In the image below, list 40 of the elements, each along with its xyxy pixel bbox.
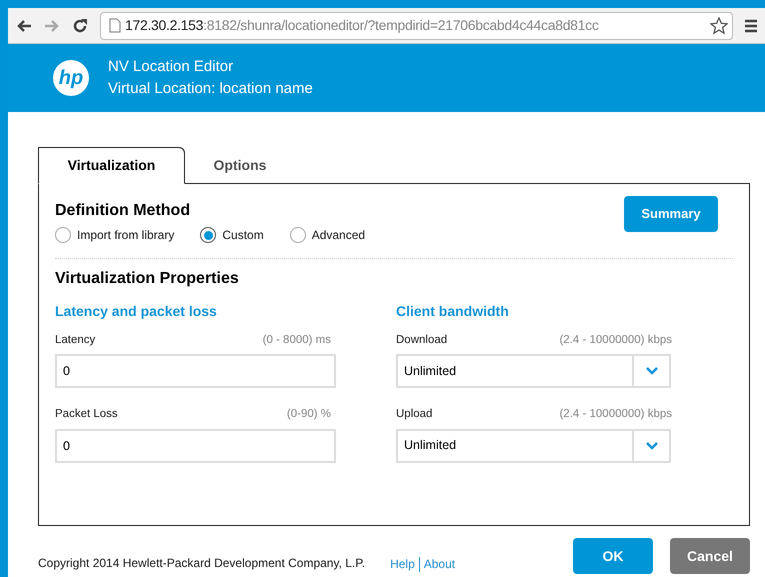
- radio-button[interactable]: [290, 227, 306, 243]
- footer-link[interactable]: Help: [390, 555, 415, 573]
- url-text: 172.30.2.153:8182/shunra/locationeditor/?tempdirid=21706bcabd4c44ca8d81cc: [125, 16, 600, 35]
- range-hint: (0 - 8000) ms: [262, 333, 331, 348]
- hp-logo: hp: [53, 60, 89, 96]
- reload-icon[interactable]: [72, 18, 88, 34]
- field-label: Download: [396, 333, 448, 348]
- field-label: Upload: [396, 407, 432, 422]
- group-title: Client bandwidth: [396, 302, 510, 321]
- radio-button[interactable]: [55, 227, 71, 243]
- tab[interactable]: Options: [185, 147, 295, 184]
- chevron-down-icon: [646, 442, 658, 450]
- radio-label: Import from library: [77, 227, 174, 244]
- input-field[interactable]: 0: [55, 428, 336, 462]
- app-title: NV Location Editor: [108, 57, 234, 77]
- address-bar[interactable]: 172.30.2.153:8182/shunra/locationeditor/?tempdirid=21706bcabd4c44ca8d81cc: [100, 12, 733, 40]
- cancel-button[interactable]: Cancel: [670, 538, 750, 574]
- page-icon: [109, 18, 121, 33]
- radio-label: Custom: [222, 227, 264, 244]
- field-label: Latency: [55, 333, 96, 348]
- section-title: Virtualization Properties: [55, 269, 240, 289]
- field-label: Packet Loss: [55, 407, 118, 422]
- radio-label: Advanced: [312, 227, 366, 244]
- chevron-down-icon: [646, 367, 658, 376]
- back-icon[interactable]: [16, 18, 32, 32]
- range-hint: (0-90) %: [286, 407, 331, 422]
- range-hint: (2.4 - 10000000) kbps: [559, 407, 672, 422]
- group-title: Latency and packet loss: [55, 302, 218, 321]
- footer-link[interactable]: About: [424, 555, 456, 573]
- radio-button[interactable]: [200, 227, 216, 243]
- input-field[interactable]: 0: [55, 354, 336, 388]
- range-hint: (2.4 - 10000000) kbps: [559, 333, 672, 348]
- menu-icon[interactable]: [745, 18, 757, 32]
- dropdown[interactable]: Unlimited: [396, 354, 671, 388]
- section-title: Definition Method: [55, 201, 190, 221]
- tab[interactable]: Virtualization: [38, 147, 185, 184]
- copyright-text: Copyright 2014 Hewlett-Packard Development Company, L.P.: [38, 555, 366, 572]
- star-icon[interactable]: [710, 16, 728, 34]
- dropdown[interactable]: Unlimited: [396, 428, 671, 462]
- location-subtitle: Virtual Location: location name: [108, 79, 313, 99]
